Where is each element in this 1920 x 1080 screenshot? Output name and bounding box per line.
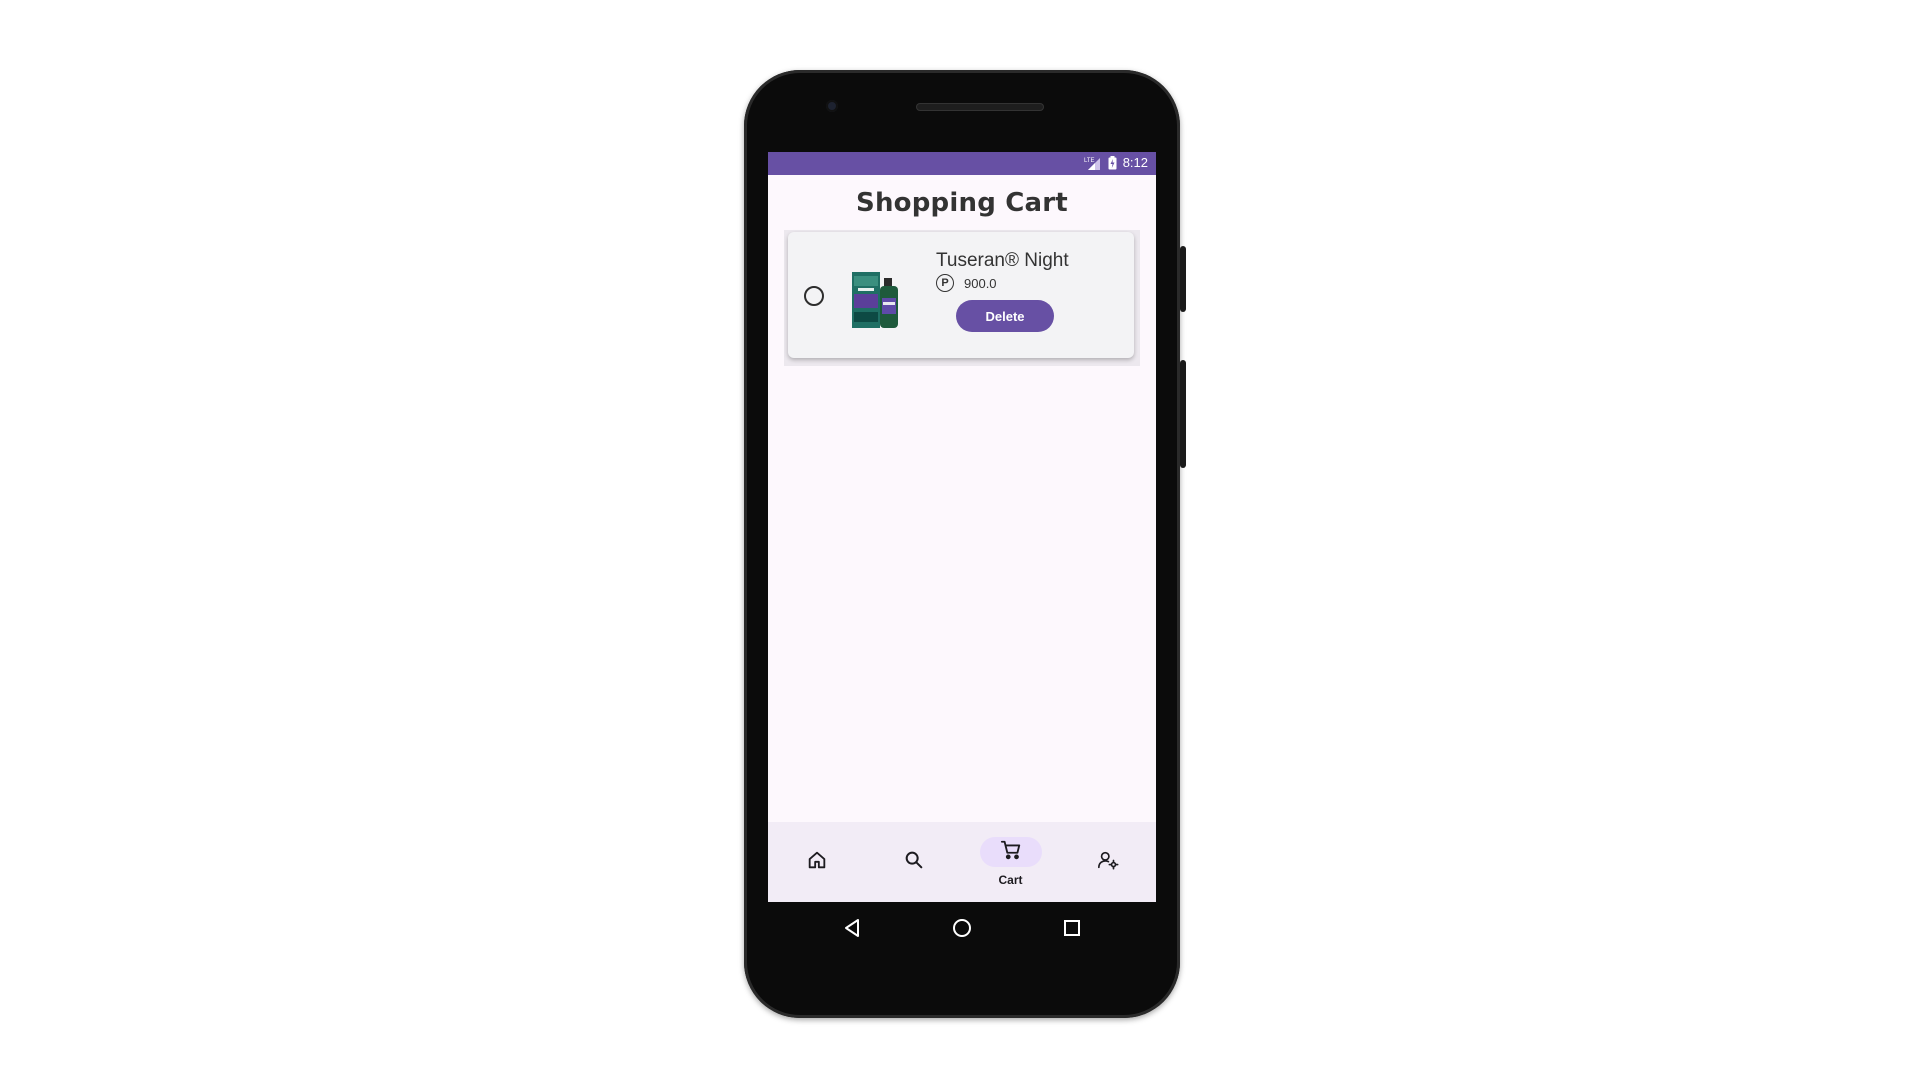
status-icons: LTE 8:12 bbox=[1084, 155, 1148, 170]
earpiece-speaker bbox=[916, 103, 1044, 111]
bottom-navigation: Cart bbox=[768, 822, 1156, 902]
product-image bbox=[850, 268, 904, 330]
status-bar: LTE 8:12 bbox=[768, 152, 1156, 175]
phone-frame: LTE 8:12 Shopping Cart Tuseran® Night P … bbox=[744, 70, 1186, 1018]
page-title: Shopping Cart bbox=[856, 188, 1068, 218]
nav-item-home[interactable] bbox=[768, 822, 865, 902]
product-name: Tuseran® Night bbox=[936, 250, 1069, 271]
peso-icon: P bbox=[936, 274, 954, 292]
nav-item-account-settings[interactable] bbox=[1059, 822, 1156, 902]
volume-button bbox=[1180, 360, 1186, 468]
product-price: 900.0 bbox=[964, 275, 997, 291]
nav-label-cart: Cart bbox=[998, 873, 1023, 887]
network-type-label: LTE bbox=[1084, 158, 1095, 164]
nav-item-cart[interactable]: Cart bbox=[962, 822, 1059, 902]
front-camera bbox=[826, 100, 838, 112]
back-icon[interactable] bbox=[840, 916, 864, 940]
system-navigation-bar bbox=[768, 902, 1156, 954]
signal-icon: LTE bbox=[1084, 156, 1102, 170]
recents-icon[interactable] bbox=[1060, 916, 1084, 940]
search-icon bbox=[903, 849, 925, 875]
cart-item-card: Tuseran® Night P 900.0 Delete bbox=[788, 232, 1134, 358]
cart-item-select-radio[interactable] bbox=[804, 286, 824, 306]
home-icon bbox=[806, 849, 828, 875]
delete-button[interactable]: Delete bbox=[956, 300, 1054, 332]
nav-item-search[interactable] bbox=[865, 822, 962, 902]
cart-icon bbox=[1000, 839, 1022, 865]
manage-account-icon bbox=[1097, 849, 1119, 875]
status-time: 8:12 bbox=[1122, 155, 1148, 170]
price-row: P 900.0 bbox=[936, 274, 997, 292]
battery-icon bbox=[1108, 155, 1117, 170]
cart-list: Tuseran® Night P 900.0 Delete bbox=[784, 230, 1140, 366]
nav-active-indicator bbox=[979, 837, 1042, 867]
home-circle-icon[interactable] bbox=[950, 916, 974, 940]
power-button bbox=[1180, 246, 1186, 312]
app-screen: LTE 8:12 Shopping Cart Tuseran® Night P … bbox=[768, 152, 1156, 902]
stage: LTE 8:12 Shopping Cart Tuseran® Night P … bbox=[0, 0, 1920, 1080]
